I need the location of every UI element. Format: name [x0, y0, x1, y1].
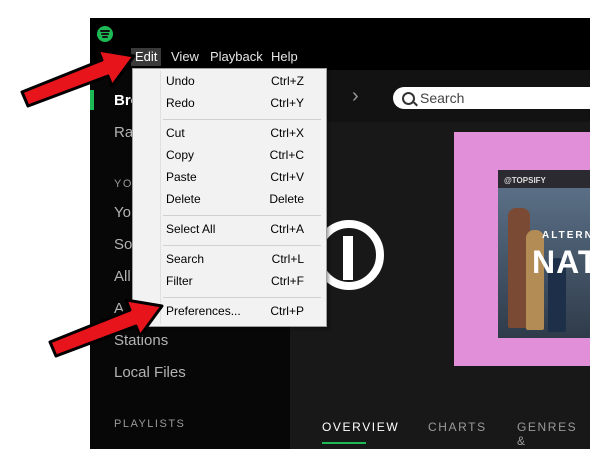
menu-item-paste[interactable]: Paste Ctrl+V	[135, 167, 324, 188]
browse-tabs: OVERVIEW CHARTS GENRES &	[290, 420, 590, 449]
menu-item-search[interactable]: Search Ctrl+L	[135, 249, 324, 270]
menu-help[interactable]: Help	[267, 48, 302, 66]
menu-separator	[163, 215, 321, 216]
main-panel: ‹ › Search @TOPSIFY ALTERN NATI OVERVIEW…	[290, 70, 590, 449]
tab-charts[interactable]: CHARTS	[428, 420, 487, 434]
sidebar-item-songs[interactable]: So	[114, 236, 132, 253]
menu-item-filter[interactable]: Filter Ctrl+F	[135, 271, 324, 292]
tab-overview[interactable]: OVERVIEW	[322, 420, 399, 434]
menu-separator	[163, 119, 321, 120]
menu-separator	[163, 297, 321, 298]
top-bar: ‹ › Search	[290, 70, 590, 122]
sidebar-item-albums[interactable]: All	[114, 268, 131, 285]
sidebar-item-your-daily-mix[interactable]: Yo	[114, 204, 131, 221]
search-placeholder: Search	[420, 90, 465, 106]
album-brand: @TOPSIFY	[504, 176, 546, 185]
search-input[interactable]: Search	[393, 87, 590, 109]
sidebar-heading-playlists: PLAYLISTS	[114, 418, 186, 430]
menu-playback[interactable]: Playback	[206, 48, 267, 66]
menu-separator	[163, 245, 321, 246]
album-title-line1: ALTERN	[542, 230, 590, 241]
menu-bar: File Edit View Playback Help	[90, 44, 590, 70]
annotation-arrow-icon	[48, 298, 164, 358]
menu-item-undo[interactable]: Undo Ctrl+Z	[135, 71, 324, 92]
menu-item-redo[interactable]: Redo Ctrl+Y	[135, 93, 324, 114]
sidebar-heading-library: YO	[114, 178, 133, 190]
menu-item-select-all[interactable]: Select All Ctrl+A	[135, 219, 324, 240]
featured-artwork[interactable]: @TOPSIFY ALTERN NATI	[454, 132, 590, 366]
menu-item-copy[interactable]: Copy Ctrl+C	[135, 145, 324, 166]
title-bar	[90, 18, 590, 44]
sidebar-item-radio[interactable]: Ra	[114, 124, 133, 141]
annotation-arrow-icon	[20, 48, 136, 108]
sidebar-item-local-files[interactable]: Local Files	[114, 364, 186, 381]
edit-menu-dropdown: Undo Ctrl+Z Redo Ctrl+Y Cut Ctrl+X Copy Ctrl…	[132, 68, 327, 327]
tab-genres[interactable]: GENRES &	[517, 420, 590, 448]
menu-item-cut[interactable]: Cut Ctrl+X	[135, 123, 324, 144]
tab-active-underline	[322, 442, 366, 444]
album-title-line2: NATI	[532, 244, 590, 280]
forward-arrow-icon[interactable]: ›	[352, 86, 359, 106]
album-cover[interactable]: @TOPSIFY ALTERN NATI	[498, 170, 590, 338]
search-icon	[402, 92, 415, 105]
spotify-logo-icon	[97, 26, 113, 42]
menu-view[interactable]: View	[167, 48, 203, 66]
menu-item-delete[interactable]: Delete Delete	[135, 189, 324, 210]
